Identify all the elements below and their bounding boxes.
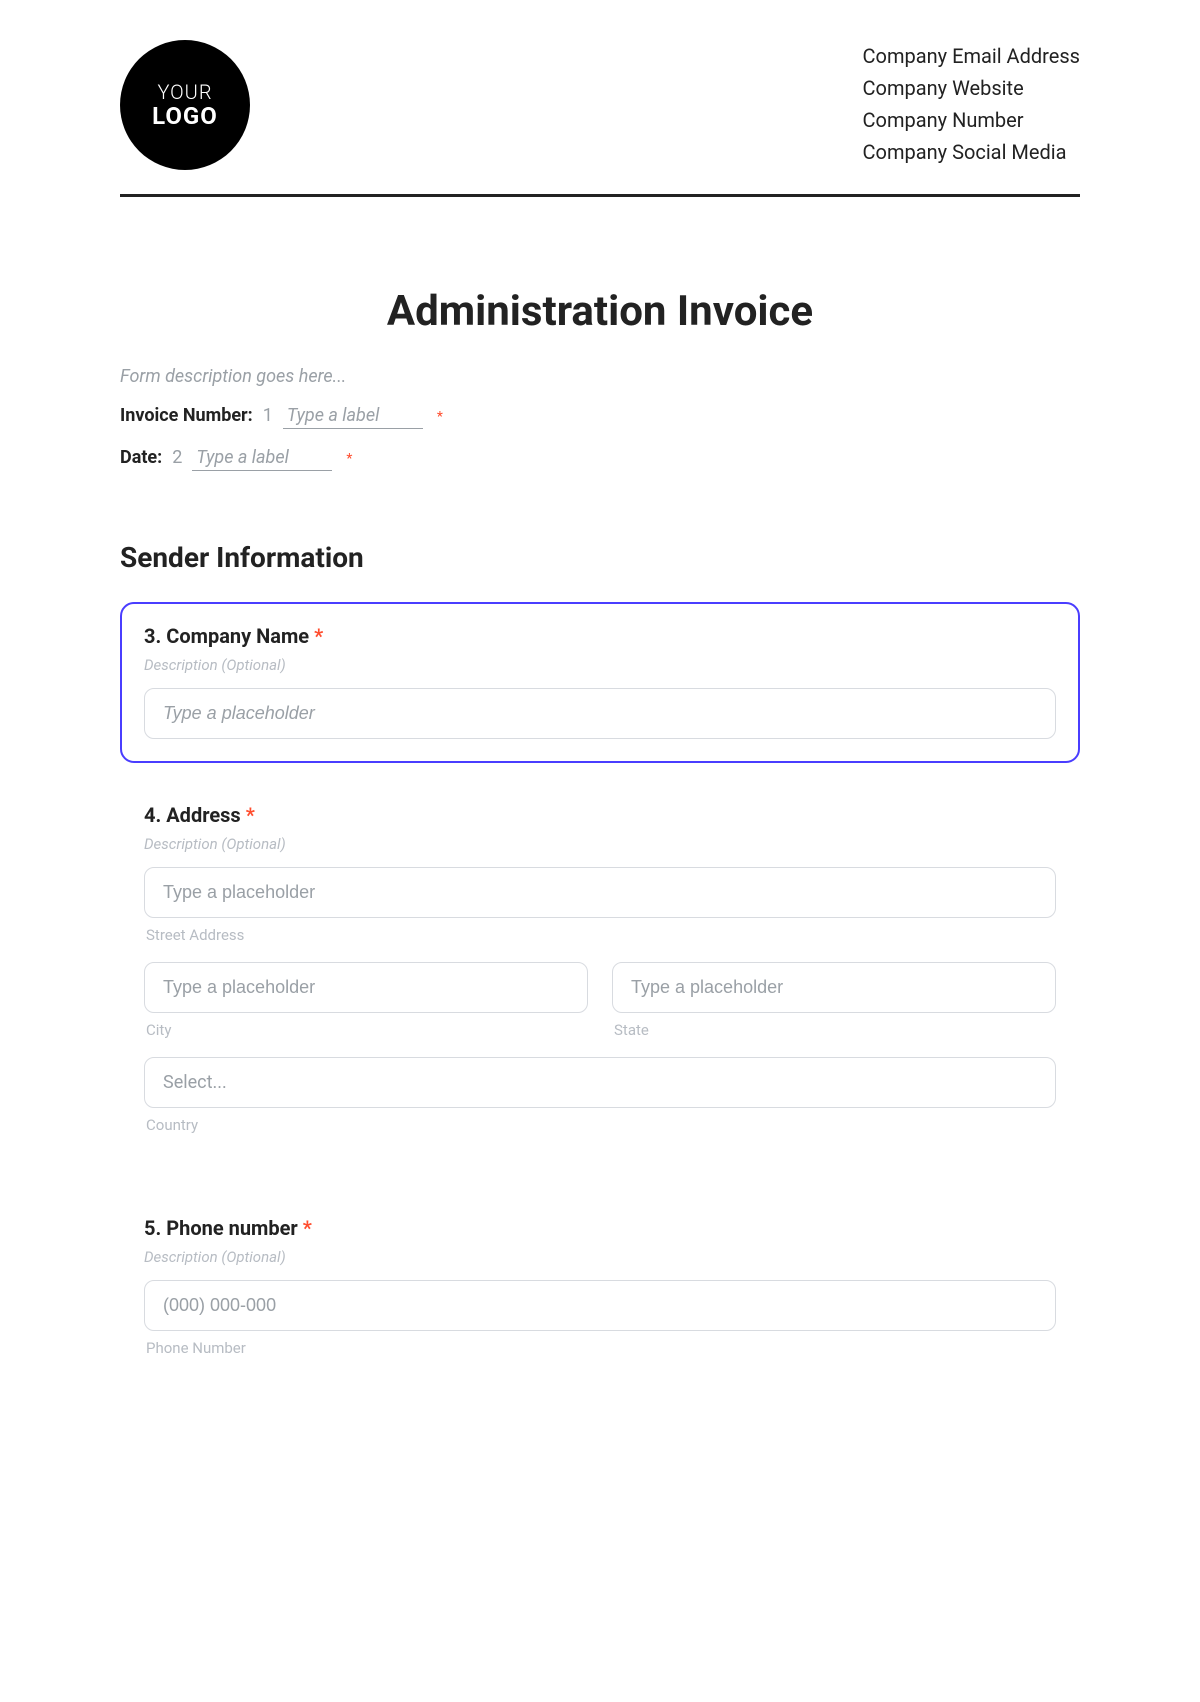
- invoice-number-row: Invoice Number: 1 Type a label *: [120, 405, 1080, 429]
- phone-input[interactable]: [144, 1280, 1056, 1331]
- state-label: State: [614, 1021, 1054, 1039]
- page-title: Administration Invoice: [120, 287, 1080, 336]
- document-header: YOUR LOGO Company Email Address Company …: [120, 40, 1080, 197]
- required-marker: *: [437, 409, 443, 425]
- company-number: Company Number: [863, 104, 1080, 136]
- field-address-title: 4. Address *: [144, 803, 1056, 827]
- required-marker: *: [314, 624, 323, 648]
- invoice-number-index: 1: [263, 405, 273, 426]
- field-company-name-title-text: 3. Company Name: [144, 624, 309, 648]
- field-address-desc[interactable]: Description (Optional): [144, 835, 1056, 853]
- logo-line1: YOUR: [157, 81, 212, 103]
- logo-line2: LOGO: [152, 103, 218, 129]
- field-phone-desc[interactable]: Description (Optional): [144, 1248, 1056, 1266]
- state-input[interactable]: [612, 962, 1056, 1013]
- city-state-row: City State: [144, 962, 1056, 1057]
- company-website: Company Website: [863, 72, 1080, 104]
- country-select[interactable]: Select...: [144, 1057, 1056, 1108]
- date-row: Date: 2 Type a label *: [120, 447, 1080, 471]
- date-index: 2: [172, 447, 182, 468]
- company-email: Company Email Address: [863, 40, 1080, 72]
- form-description[interactable]: Form description goes here...: [120, 366, 1080, 387]
- required-marker: *: [246, 803, 255, 827]
- city-label: City: [146, 1021, 586, 1039]
- field-address-title-text: 4. Address: [144, 803, 241, 827]
- field-phone: 5. Phone number * Description (Optional)…: [120, 1194, 1080, 1381]
- invoice-number-input[interactable]: Type a label: [283, 405, 423, 429]
- company-social: Company Social Media: [863, 136, 1080, 168]
- invoice-number-label: Invoice Number:: [120, 405, 253, 426]
- field-company-name[interactable]: 3. Company Name * Description (Optional): [120, 602, 1080, 763]
- section-heading-sender: Sender Information: [120, 541, 1080, 574]
- field-phone-title: 5. Phone number *: [144, 1216, 1056, 1240]
- country-select-placeholder: Select...: [163, 1072, 227, 1093]
- field-phone-title-text: 5. Phone number: [144, 1216, 298, 1240]
- field-company-name-desc[interactable]: Description (Optional): [144, 656, 1056, 674]
- street-address-input[interactable]: [144, 867, 1056, 918]
- date-input[interactable]: Type a label: [192, 447, 332, 471]
- city-input[interactable]: [144, 962, 588, 1013]
- field-address: 4. Address * Description (Optional) Stre…: [120, 781, 1080, 1176]
- phone-sub-label: Phone Number: [146, 1339, 1054, 1357]
- company-info: Company Email Address Company Website Co…: [863, 40, 1080, 168]
- required-marker: *: [303, 1216, 312, 1240]
- country-label: Country: [146, 1116, 1054, 1134]
- required-marker: *: [346, 451, 352, 467]
- logo: YOUR LOGO: [120, 40, 250, 170]
- street-address-label: Street Address: [146, 926, 1054, 944]
- date-label: Date:: [120, 447, 162, 468]
- page: YOUR LOGO Company Email Address Company …: [0, 0, 1200, 1459]
- field-company-name-title: 3. Company Name *: [144, 624, 1056, 648]
- company-name-input[interactable]: [144, 688, 1056, 739]
